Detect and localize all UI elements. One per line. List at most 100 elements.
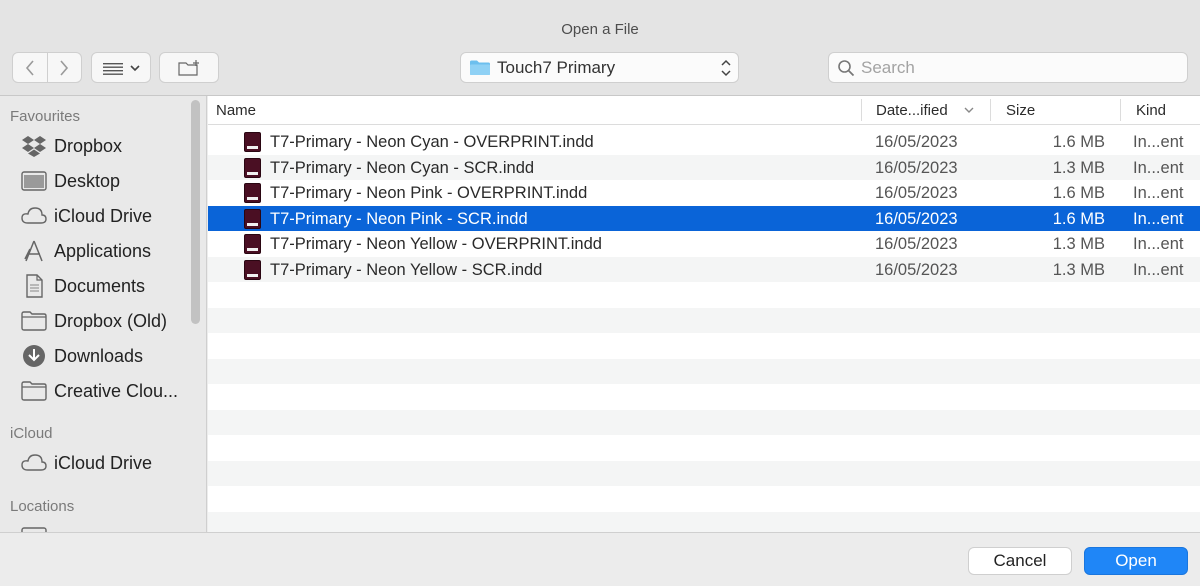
sidebar-item-icloud-drive[interactable]: iCloud Drive xyxy=(20,201,190,231)
indesign-file-icon xyxy=(244,183,261,203)
new-folder-button[interactable] xyxy=(159,52,219,83)
file-size: 1.6 MB xyxy=(1052,184,1105,202)
folder-icon xyxy=(470,60,490,75)
new-folder-icon xyxy=(178,59,199,76)
file-name: T7-Primary - Neon Cyan - SCR.indd xyxy=(270,158,535,177)
indesign-file-icon xyxy=(244,234,261,254)
chevron-down-icon xyxy=(130,64,140,71)
file-size: 1.6 MB xyxy=(1052,209,1105,228)
file-date: 16/05/2023 xyxy=(875,235,958,253)
sidebar-item-dropbox[interactable]: Dropbox xyxy=(20,131,190,161)
empty-row xyxy=(208,511,1200,532)
sidebar-scrollbar[interactable] xyxy=(191,100,200,324)
sidebar: Favourites Dropbox Desktop iCloud Drive … xyxy=(0,96,207,532)
cloud-icon xyxy=(20,451,48,475)
file-row[interactable]: T7-Primary - Neon Yellow - OVERPRINT.ind… xyxy=(208,231,1200,257)
file-row[interactable]: T7-Primary - Neon Pink - OVERPRINT.indd 1… xyxy=(208,180,1200,206)
file-date: 16/05/2023 xyxy=(875,133,958,151)
file-row[interactable]: T7-Primary - Neon Pink - SCR.indd 16/05/2… xyxy=(208,205,1200,231)
file-row[interactable]: T7-Primary - Neon Yellow - SCR.indd 16/05… xyxy=(208,256,1200,282)
search-icon xyxy=(838,59,855,76)
applications-icon xyxy=(20,239,48,263)
computer-icon xyxy=(20,523,48,532)
view-options-button[interactable] xyxy=(91,52,151,83)
sidebar-item-icloud-drive[interactable]: iCloud Drive xyxy=(20,448,190,478)
file-list: Name Date...ified Size Kind T7-Primary -… xyxy=(208,96,1200,532)
sidebar-item-label: Creative Clou... xyxy=(54,380,179,401)
file-date: 16/05/2023 xyxy=(875,209,958,228)
sidebar-item-label: Applications xyxy=(54,240,152,261)
search-input[interactable] xyxy=(861,57,1161,78)
updown-chevron-icon xyxy=(714,59,738,77)
open-button[interactable]: Open xyxy=(1084,547,1188,575)
file-kind: In...ent xyxy=(1133,158,1184,177)
sidebar-item-location-partial[interactable] xyxy=(20,520,190,532)
folder-icon xyxy=(20,309,48,333)
chevron-right-icon xyxy=(60,59,69,76)
column-header-date-label: Date...ified xyxy=(876,101,948,119)
file-kind: In...ent xyxy=(1133,260,1184,279)
file-name: T7-Primary - Neon Yellow - OVERPRINT.ind… xyxy=(270,235,602,253)
sidebar-heading-locations: Locations xyxy=(10,498,75,515)
sidebar-item-documents[interactable]: Documents xyxy=(20,271,190,301)
file-size: 1.3 MB xyxy=(1052,235,1105,253)
file-name: T7-Primary - Neon Pink - SCR.indd xyxy=(270,209,528,228)
column-divider[interactable] xyxy=(990,99,991,121)
sidebar-item-label: Dropbox (Old) xyxy=(54,310,168,331)
file-name: T7-Primary - Neon Pink - OVERPRINT.indd xyxy=(270,184,588,202)
sidebar-item-label: Documents xyxy=(54,275,146,296)
search-field[interactable] xyxy=(828,52,1188,83)
empty-row xyxy=(208,409,1200,435)
dialog-footer: Cancel Open xyxy=(0,532,1200,586)
location-popup-label: Touch7 Primary xyxy=(497,57,616,77)
column-divider[interactable] xyxy=(861,99,862,121)
column-header: Name Date...ified Size Kind xyxy=(208,96,1200,125)
sidebar-item-dropbox-old[interactable]: Dropbox (Old) xyxy=(20,306,190,336)
back-button[interactable] xyxy=(13,53,48,82)
file-row[interactable]: T7-Primary - Neon Cyan - OVERPRINT.indd 1… xyxy=(208,129,1200,155)
back-forward-control xyxy=(12,52,82,83)
forward-button[interactable] xyxy=(48,53,82,82)
file-date: 16/05/2023 xyxy=(875,184,958,202)
file-date: 16/05/2023 xyxy=(875,158,958,177)
column-header-date[interactable]: Date...ified xyxy=(876,96,974,124)
location-popup[interactable]: Touch7 Primary xyxy=(460,52,739,83)
file-date: 16/05/2023 xyxy=(875,260,958,279)
empty-row xyxy=(208,358,1200,384)
folder-icon xyxy=(20,379,48,403)
empty-row xyxy=(208,460,1200,486)
document-icon xyxy=(20,274,48,298)
indesign-file-icon xyxy=(244,132,261,152)
dropbox-icon xyxy=(20,134,48,158)
sidebar-heading-favourites: Favourites xyxy=(10,108,81,125)
column-header-kind[interactable]: Kind xyxy=(1136,96,1166,124)
sidebar-item-label: Desktop xyxy=(54,170,121,191)
file-kind: In...ent xyxy=(1133,184,1184,202)
indesign-file-icon xyxy=(244,259,261,280)
file-name: T7-Primary - Neon Yellow - SCR.indd xyxy=(270,260,543,279)
column-header-name[interactable]: Name xyxy=(216,96,256,124)
cancel-button[interactable]: Cancel xyxy=(968,547,1072,575)
sidebar-item-label: Downloads xyxy=(54,345,144,366)
sidebar-item-desktop[interactable]: Desktop xyxy=(20,166,190,196)
indesign-file-icon xyxy=(244,157,261,178)
sidebar-item-downloads[interactable]: Downloads xyxy=(20,341,190,371)
sidebar-item-creative-cloud[interactable]: Creative Clou... xyxy=(20,376,190,406)
file-name: T7-Primary - Neon Cyan - OVERPRINT.indd xyxy=(270,133,594,151)
sidebar-heading-icloud: iCloud xyxy=(10,425,53,442)
file-size: 1.6 MB xyxy=(1052,133,1105,151)
file-size: 1.3 MB xyxy=(1052,260,1105,279)
empty-row xyxy=(208,307,1200,333)
file-kind: In...ent xyxy=(1133,133,1184,151)
file-row[interactable]: T7-Primary - Neon Cyan - SCR.indd 16/05/2… xyxy=(208,154,1200,180)
sidebar-item-label: Dropbox xyxy=(54,135,123,156)
sidebar-item-label: iCloud Drive xyxy=(54,205,153,226)
sidebar-item-applications[interactable]: Applications xyxy=(20,236,190,266)
list-view-icon xyxy=(103,62,123,75)
column-header-size[interactable]: Size xyxy=(1006,96,1035,124)
column-divider[interactable] xyxy=(1120,99,1121,121)
sidebar-item-label: iCloud Drive xyxy=(54,452,153,473)
chevron-left-icon xyxy=(25,59,34,76)
window-title: Open a File xyxy=(561,21,639,38)
cloud-icon xyxy=(20,204,48,228)
